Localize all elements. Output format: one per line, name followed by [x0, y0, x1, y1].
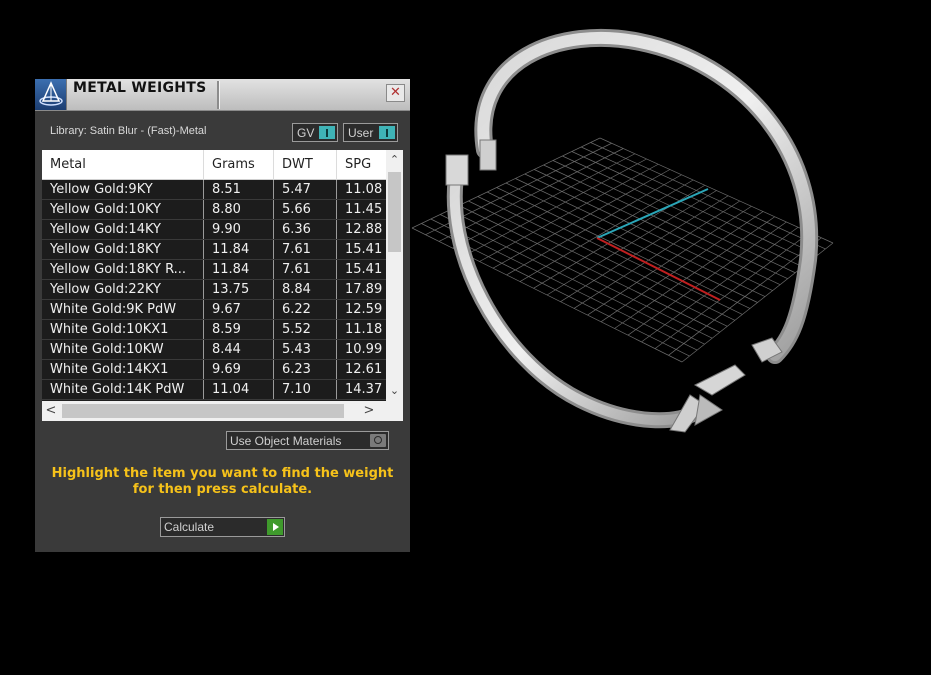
user-toggle-label: User [348, 126, 374, 140]
table-row[interactable]: White Gold:10KX1 8.59 5.52 11.18 [42, 320, 386, 340]
cell-dwt: 7.61 [274, 260, 337, 279]
gv-toggle-label: GV [297, 126, 315, 140]
metal-weights-panel: METAL WEIGHTS ✕ Library: Satin Blur - (F… [35, 79, 410, 552]
scroll-corner [386, 401, 403, 421]
cell-grams: 9.69 [204, 360, 274, 379]
table-row[interactable]: Yellow Gold:14KY 9.90 6.36 12.88 [42, 220, 386, 240]
cell-metal: White Gold:14K PdW [42, 380, 204, 399]
cell-spg: 11.18 [345, 322, 383, 337]
grid-line [581, 146, 819, 256]
table-header: Metal Grams DWT SPG [42, 150, 386, 180]
toggle-switch-icon [319, 126, 335, 139]
horizontal-scroll-thumb[interactable] [62, 404, 344, 418]
cell-spg: 12.59 [345, 302, 383, 317]
table-row[interactable]: Yellow Gold:10KY 8.80 5.66 11.45 [42, 200, 386, 220]
column-header-metal[interactable]: Metal [42, 150, 204, 180]
cell-dwt: 7.10 [274, 380, 337, 399]
cell-metal: Yellow Gold:22KY [42, 280, 204, 299]
vertical-scroll-thumb[interactable] [388, 172, 401, 252]
table-row[interactable]: Yellow Gold:9KY 8.51 5.47 11.08 [42, 180, 386, 200]
vertical-scrollbar[interactable]: ⌃ ⌄ [386, 150, 403, 401]
cell-spg: 15.41 [345, 242, 383, 257]
use-object-materials-label: Use Object Materials [230, 434, 342, 448]
cell-dwt: 6.23 [274, 360, 337, 379]
toggle-switch-icon [379, 126, 395, 139]
app-logo-icon [35, 79, 67, 110]
cell-spg: 11.08 [345, 182, 383, 197]
use-object-materials-toggle[interactable]: Use Object Materials [226, 431, 389, 450]
cell-grams: 11.04 [204, 380, 274, 399]
cell-grams: 13.75 [204, 280, 274, 299]
table-row[interactable]: Yellow Gold:18KY R... 11.84 7.61 15.41 [42, 260, 386, 280]
cell-metal: White Gold:10KW [42, 340, 204, 359]
cell-spg: 17.89 [345, 282, 383, 297]
table-row[interactable]: White Gold:14KX1 9.69 6.23 12.61 [42, 360, 386, 380]
panel-titlebar[interactable]: METAL WEIGHTS ✕ [35, 79, 410, 111]
cell-dwt: 6.22 [274, 300, 337, 319]
cell-dwt: 5.47 [274, 180, 337, 199]
column-header-dwt[interactable]: DWT [274, 150, 337, 180]
column-header-spg[interactable]: SPG [337, 150, 386, 180]
cell-metal: Yellow Gold:9KY [42, 180, 204, 199]
cell-metal: Yellow Gold:14KY [42, 220, 204, 239]
calculate-label: Calculate [164, 520, 215, 534]
cell-spg: 10.99 [345, 342, 383, 357]
scroll-up-icon[interactable]: ⌃ [386, 150, 403, 170]
cell-dwt: 5.66 [274, 200, 337, 219]
cell-metal: White Gold:14KX1 [42, 360, 204, 379]
play-icon [267, 519, 283, 535]
calculate-button[interactable]: Calculate [160, 517, 285, 537]
cell-grams: 11.84 [204, 240, 274, 259]
cell-spg: 14.37 [345, 382, 383, 397]
metal-table: Metal Grams DWT SPG Yellow Gold:9KY 8.51 5… [42, 150, 403, 421]
cell-grams: 9.90 [204, 220, 274, 239]
cell-dwt: 7.61 [274, 240, 337, 259]
gv-toggle[interactable]: GV [292, 123, 338, 142]
cell-spg: 12.88 [345, 222, 383, 237]
cell-grams: 8.59 [204, 320, 274, 339]
table-body: Yellow Gold:9KY 8.51 5.47 11.08 Yellow Gold:… [42, 180, 386, 401]
cell-metal: White Gold:9K PdW [42, 300, 204, 319]
cell-spg: 12.61 [345, 362, 383, 377]
scroll-down-icon[interactable]: ⌄ [386, 381, 403, 401]
instructions-text: Highlight the item you want to find the … [51, 466, 394, 497]
scroll-left-icon[interactable]: < [42, 401, 60, 421]
cell-dwt: 5.52 [274, 320, 337, 339]
table-row[interactable]: White Gold:14K PdW 11.04 7.10 14.37 [42, 380, 386, 400]
cell-dwt: 8.84 [274, 280, 337, 299]
toggle-off-icon [370, 434, 386, 447]
cell-grams: 8.51 [204, 180, 274, 199]
library-label: Library: Satin Blur - (Fast)-Metal [50, 125, 207, 137]
table-row[interactable]: Yellow Gold:22KY 13.75 8.84 17.89 [42, 280, 386, 300]
cell-metal: Yellow Gold:18KY R... [42, 260, 204, 279]
column-header-grams[interactable]: Grams [204, 150, 274, 180]
cell-grams: 11.84 [204, 260, 274, 279]
cell-grams: 8.44 [204, 340, 274, 359]
user-toggle[interactable]: User [343, 123, 398, 142]
table-row[interactable]: Yellow Gold:18KY 11.84 7.61 15.41 [42, 240, 386, 260]
cell-spg: 11.45 [345, 202, 383, 217]
titlebar-divider [217, 81, 220, 109]
close-button[interactable]: ✕ [386, 84, 405, 102]
table-row[interactable]: White Gold:10KW 8.44 5.43 10.99 [42, 340, 386, 360]
cell-metal: Yellow Gold:10KY [42, 200, 204, 219]
scroll-right-icon[interactable]: > [360, 401, 378, 421]
panel-title: METAL WEIGHTS [73, 80, 207, 96]
cell-dwt: 6.36 [274, 220, 337, 239]
grid-line [641, 226, 799, 343]
cell-grams: 8.80 [204, 200, 274, 219]
cell-metal: White Gold:10KX1 [42, 320, 204, 339]
close-icon: ✕ [390, 85, 401, 100]
cell-grams: 9.67 [204, 300, 274, 319]
cell-spg: 15.41 [345, 262, 383, 277]
cell-metal: Yellow Gold:18KY [42, 240, 204, 259]
cell-dwt: 5.43 [274, 340, 337, 359]
horizontal-scrollbar[interactable]: < > [42, 401, 386, 421]
table-row[interactable]: White Gold:9K PdW 9.67 6.22 12.59 [42, 300, 386, 320]
